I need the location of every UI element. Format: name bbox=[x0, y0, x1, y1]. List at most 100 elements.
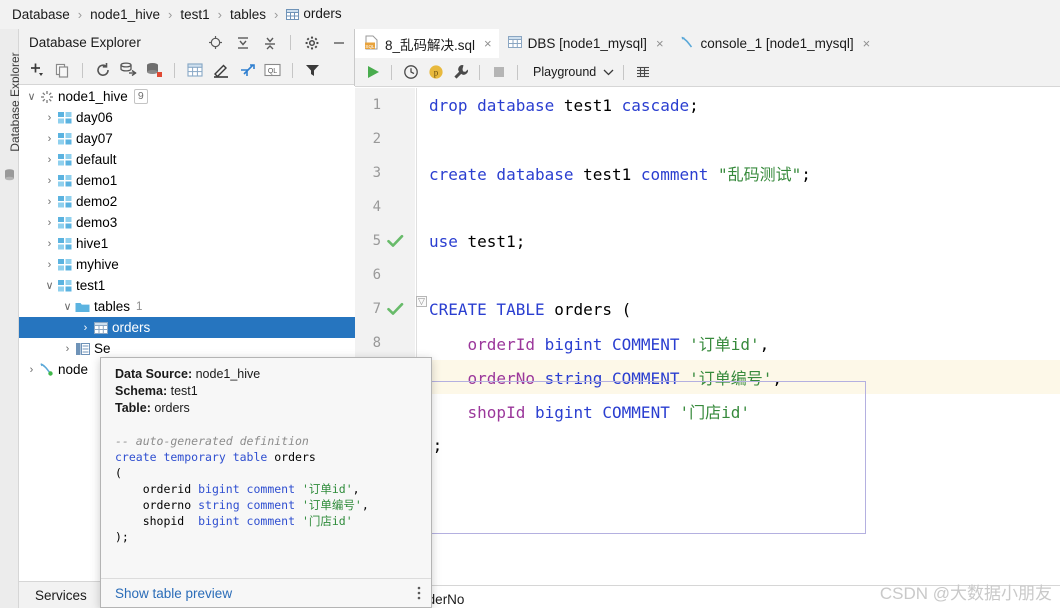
modify-pencil-icon[interactable] bbox=[211, 61, 230, 80]
code-line-7[interactable]: CREATE TABLE orders ( bbox=[417, 292, 1060, 326]
code-line-6[interactable] bbox=[417, 258, 1060, 292]
table-icon bbox=[507, 36, 522, 51]
sql-punct: ( bbox=[621, 299, 632, 319]
tree-item-label: default bbox=[76, 152, 117, 167]
tab-8-luanma-jiejue-sql[interactable]: SQL 8_乱码解决.sql × bbox=[355, 29, 499, 58]
add-icon[interactable] bbox=[27, 61, 46, 80]
collapse-all-icon[interactable] bbox=[260, 33, 279, 52]
sql-punct: , bbox=[772, 369, 783, 388]
popup-value-table: orders bbox=[154, 401, 190, 415]
tree-item-tables[interactable]: ∨ tables 1 bbox=[19, 296, 355, 317]
chevron-down-icon[interactable]: ∨ bbox=[25, 90, 38, 103]
tree-item-myhive[interactable]: › myhive bbox=[19, 254, 355, 275]
sql-column-name: orderId bbox=[429, 335, 545, 354]
run-script-icon[interactable] bbox=[119, 61, 138, 80]
expand-all-icon[interactable] bbox=[233, 33, 252, 52]
schema-icon bbox=[56, 153, 73, 166]
tab-dbs-node1-mysql[interactable]: DBS [node1_mysql] × bbox=[499, 29, 671, 58]
svg-text:p: p bbox=[433, 67, 438, 77]
chevron-right-icon[interactable]: › bbox=[43, 217, 56, 229]
copy-icon[interactable] bbox=[53, 61, 72, 80]
code-line-1[interactable]: drop database test1 cascade; bbox=[417, 88, 1060, 122]
breadcrumb-item-table[interactable]: orders bbox=[284, 6, 343, 23]
code-line-9[interactable]: orderNo string COMMENT '订单编号', bbox=[417, 360, 1060, 394]
open-table-editor-icon[interactable] bbox=[185, 61, 204, 80]
run-play-icon[interactable] bbox=[363, 63, 382, 82]
close-icon[interactable]: × bbox=[653, 36, 664, 51]
history-clock-icon[interactable] bbox=[401, 63, 420, 82]
chevron-down-icon[interactable]: ∨ bbox=[61, 300, 74, 313]
chevron-right-icon[interactable]: › bbox=[25, 364, 38, 376]
tree-item-demo3[interactable]: › demo3 bbox=[19, 212, 355, 233]
sql-code-editor[interactable]: 1 2 3 4 5 6 7 8 9 bbox=[355, 88, 1060, 585]
schema-icon bbox=[56, 132, 73, 145]
code-line-5[interactable]: use test1; bbox=[417, 224, 1060, 258]
folder-icon bbox=[74, 301, 91, 313]
chevron-right-icon[interactable]: › bbox=[43, 112, 56, 124]
refresh-icon[interactable] bbox=[93, 61, 112, 80]
wrench-icon[interactable] bbox=[451, 63, 470, 82]
tree-item-node1_hive[interactable]: ∨ node1_hive 9 bbox=[19, 86, 355, 107]
tree-item-day06[interactable]: › day06 bbox=[19, 107, 355, 128]
code-content[interactable]: drop database test1 cascade; create data… bbox=[417, 88, 1060, 585]
chevron-down-icon[interactable]: ∨ bbox=[43, 279, 56, 292]
output-grid-icon[interactable] bbox=[633, 63, 652, 82]
chevron-right-icon[interactable]: › bbox=[43, 133, 56, 145]
line-number: 2 bbox=[372, 131, 381, 147]
tree-item-default[interactable]: › default bbox=[19, 149, 355, 170]
tree-item-day07[interactable]: › day07 bbox=[19, 128, 355, 149]
svg-text:QL: QL bbox=[268, 68, 277, 75]
ddl-keyword: bigint comment bbox=[198, 482, 302, 496]
tree-item-orders[interactable]: › orders bbox=[19, 317, 355, 338]
tree-item-demo2[interactable]: › demo2 bbox=[19, 191, 355, 212]
chevron-right-icon[interactable]: › bbox=[43, 154, 56, 166]
chevron-right-icon[interactable]: › bbox=[61, 343, 74, 355]
statement-success-check-icon[interactable] bbox=[381, 234, 405, 248]
breadcrumb-item-datasource[interactable]: node1_hive bbox=[88, 7, 162, 22]
chevron-right-icon[interactable]: › bbox=[43, 175, 56, 187]
code-line-4[interactable] bbox=[417, 190, 1060, 224]
chevron-right-icon[interactable]: › bbox=[43, 196, 56, 208]
popup-value-schema: test1 bbox=[170, 384, 198, 398]
chevron-right-icon[interactable]: › bbox=[79, 322, 92, 334]
filter-icon[interactable] bbox=[303, 61, 322, 80]
chevron-right-icon[interactable]: › bbox=[43, 238, 56, 250]
ddl-punct: ); bbox=[115, 530, 129, 544]
ddl-punct: , bbox=[352, 482, 360, 496]
tree-item-server-objects[interactable]: › Se bbox=[19, 338, 355, 359]
close-icon[interactable]: × bbox=[481, 36, 492, 51]
tree-item-label: node1_hive bbox=[58, 89, 128, 104]
tree-item-badge: 9 bbox=[133, 89, 148, 104]
breadcrumb-item-tables[interactable]: tables bbox=[228, 7, 268, 22]
hide-panel-icon[interactable] bbox=[329, 33, 348, 52]
profile-p-icon[interactable]: p bbox=[426, 63, 445, 82]
show-table-preview-link[interactable]: Show table preview bbox=[115, 586, 417, 601]
line-number: 1 bbox=[372, 97, 381, 113]
breadcrumb-item-schema[interactable]: test1 bbox=[178, 7, 211, 22]
ddl-keyword: string comment bbox=[198, 498, 302, 512]
code-line-10[interactable]: shopId bigint COMMENT '门店id' bbox=[417, 394, 1060, 428]
locate-icon[interactable] bbox=[206, 33, 225, 52]
tree-item-demo1[interactable]: › demo1 bbox=[19, 170, 355, 191]
sync-data-source-icon[interactable] bbox=[145, 61, 164, 80]
chevron-right-icon[interactable]: › bbox=[43, 259, 56, 271]
statement-success-check-icon[interactable] bbox=[381, 302, 405, 316]
jump-to-icon[interactable] bbox=[237, 61, 256, 80]
breadcrumb-item-database[interactable]: Database bbox=[10, 7, 72, 22]
settings-gear-icon[interactable] bbox=[302, 33, 321, 52]
kebab-menu-icon[interactable] bbox=[417, 586, 421, 600]
close-icon[interactable]: × bbox=[860, 36, 871, 51]
code-line-8[interactable]: orderId bigint COMMENT '订单id', bbox=[417, 326, 1060, 360]
tree-item-test1[interactable]: ∨ test1 bbox=[19, 275, 355, 296]
tree-item-hive1[interactable]: › hive1 bbox=[19, 233, 355, 254]
code-line-11[interactable]: ); bbox=[417, 428, 1060, 462]
breadcrumb-table-label: orders bbox=[303, 6, 342, 21]
ddl-string: '订单id' bbox=[301, 482, 353, 496]
breadcrumb-separator-icon: › bbox=[273, 7, 279, 22]
tab-console-1-node1-mysql[interactable]: console_1 [node1_mysql] × bbox=[671, 29, 878, 58]
query-console-icon[interactable]: QL bbox=[263, 61, 282, 80]
code-line-3[interactable]: create database test1 comment "乱码测试"; bbox=[417, 156, 1060, 190]
code-line-2[interactable] bbox=[417, 122, 1060, 156]
sql-string: '订单编号' bbox=[689, 369, 773, 388]
schema-selector-dropdown[interactable]: Playground bbox=[527, 65, 614, 79]
